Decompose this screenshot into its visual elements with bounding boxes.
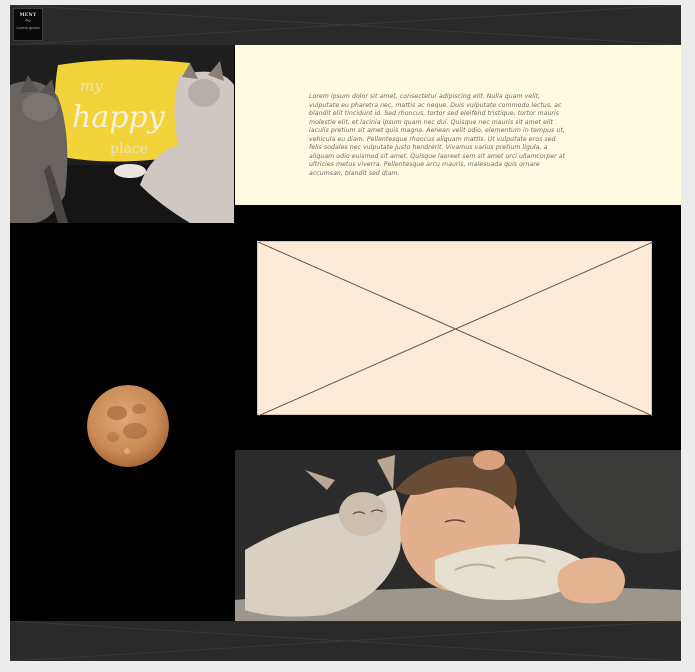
header-band: MENY 〜 Lorem ipsum xyxy=(10,5,681,45)
pillow-text-my: my xyxy=(80,77,103,95)
menu-subtitle: Lorem ipsum xyxy=(16,26,40,30)
menu-button[interactable]: MENY 〜 Lorem ipsum xyxy=(13,8,43,41)
pillow-text-place: place xyxy=(110,141,148,157)
header-band-lines xyxy=(10,5,681,45)
photo-boy-cat xyxy=(235,450,681,622)
body-text: Lorem ipsum dolor sit amet, consectetur … xyxy=(309,93,566,177)
image-placeholder xyxy=(257,241,653,416)
canvas: MENY 〜 Lorem ipsum my happy place Lorem … xyxy=(10,5,681,661)
moon-image xyxy=(87,385,169,467)
placeholder-cross-icon xyxy=(258,242,653,416)
footer-band xyxy=(10,621,681,661)
pillow-text-happy: happy xyxy=(72,100,166,135)
photo-cats-pillow: my happy place xyxy=(10,45,234,223)
text-card: Lorem ipsum dolor sit amet, consectetur … xyxy=(235,45,681,205)
footer-band-lines xyxy=(10,621,681,661)
bird-logo-icon: 〜 xyxy=(24,18,31,25)
